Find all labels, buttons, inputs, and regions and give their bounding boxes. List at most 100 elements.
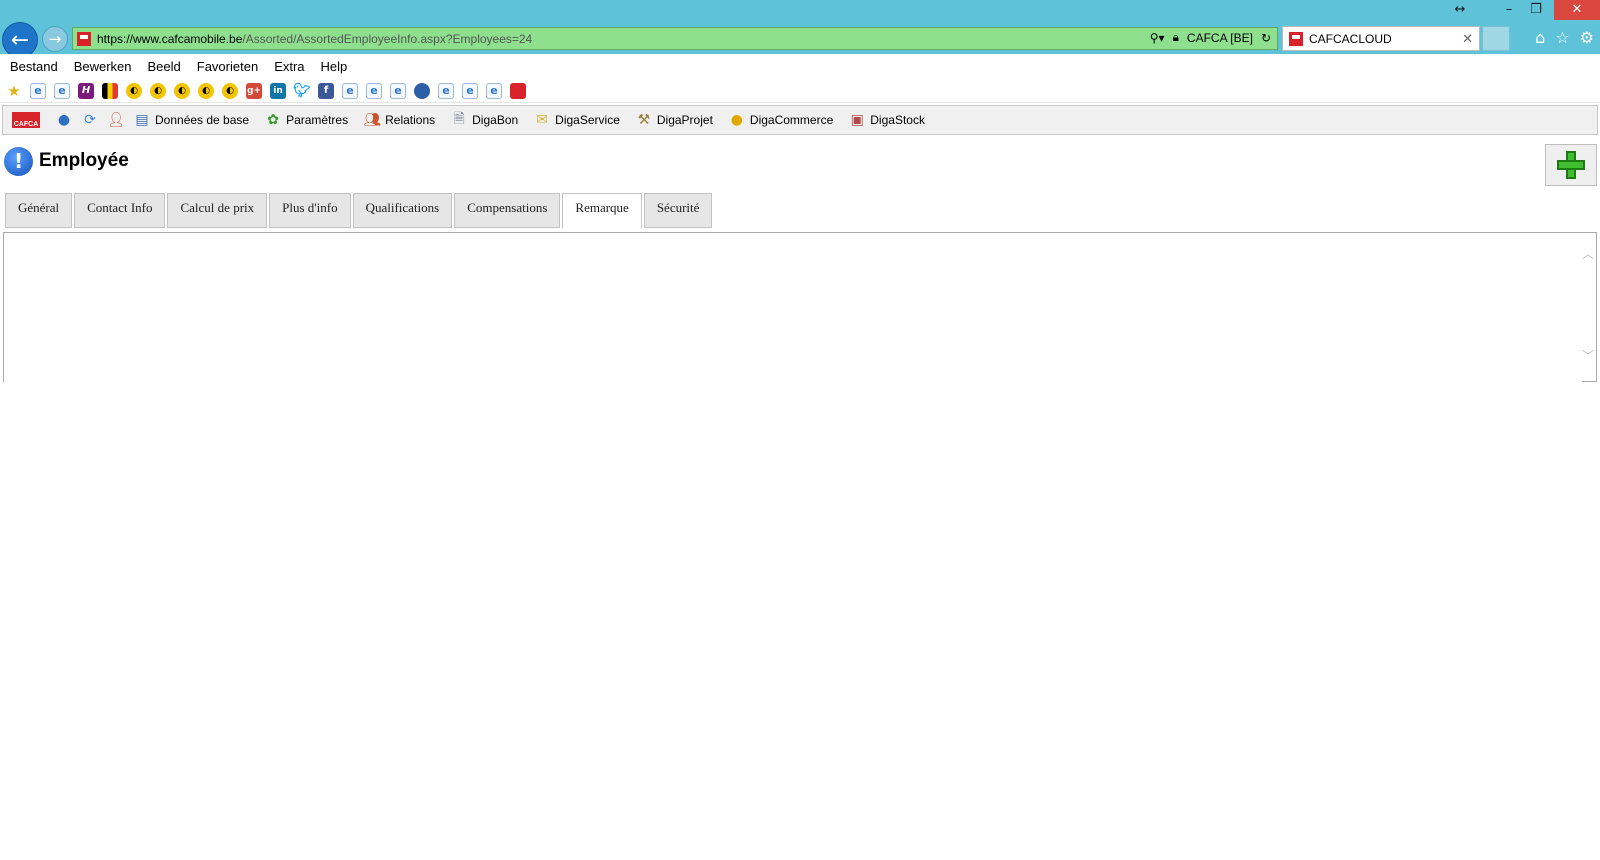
add-favorite-star-icon[interactable]: ★ [6,82,22,100]
menu-favorieten[interactable]: Favorieten [197,59,258,74]
tab-general[interactable]: Général [5,193,73,228]
cafca-logo[interactable]: CAFCA [12,112,40,128]
tab-calcul-de-prix[interactable]: Calcul de prix [167,193,268,228]
facebook-icon[interactable]: f [318,82,334,99]
database-icon: ▤ [135,112,149,128]
back-button[interactable]: ← [2,22,38,58]
refresh-icon[interactable]: ↻ [1261,31,1271,45]
tab-contact-info[interactable]: Contact Info [74,193,166,228]
home-icon[interactable]: ⌂ [1535,28,1545,47]
menu-bestand[interactable]: Bestand [10,59,58,74]
window-title-bar: ↔ – ❐ ✕ [0,0,1600,22]
h-site-icon[interactable]: H [78,82,94,99]
address-bar[interactable]: https://www.cafcamobile.be/Assorted/Asso… [72,27,1278,50]
site-favicon-icon [77,31,91,46]
forward-arrow-icon: → [48,30,62,48]
add-button[interactable] [1545,144,1597,186]
toolbar-parametres[interactable]: ✿ Paramètres [265,112,348,128]
ie-page-icon[interactable]: e [54,82,70,99]
globe-icon[interactable] [414,82,430,99]
toolbar-label: Paramètres [286,113,349,127]
new-tab-button[interactable] [1482,26,1510,51]
relations-icon: 👥︎ [363,112,381,128]
toolbar-label: Données de base [155,113,250,127]
yellow-site-icon[interactable]: ◐ [126,82,142,99]
minimize-button[interactable]: – [1495,0,1523,20]
toolbar-digaservice[interactable]: ✉ DigaService [534,112,620,128]
star-icon[interactable]: ☆ [1555,28,1569,47]
resize-icon[interactable]: ↔ [1446,0,1474,20]
document-icon: 🗎 [453,111,465,127]
textarea-scrollbar[interactable]: ︿ ﹀ [1578,233,1596,381]
globe-mail-icon[interactable]: ● [56,112,72,128]
ie-page-icon[interactable]: e [438,82,454,99]
yellow-site-icon[interactable]: ◐ [222,82,238,99]
address-row: ← → https://www.cafcamobile.be/Assorted/… [0,22,1600,58]
tab-compensations[interactable]: Compensations [454,193,561,228]
menu-extra[interactable]: Extra [274,59,304,74]
plus-icon [1557,151,1585,179]
service-icon: ✉ [536,112,549,128]
project-icon: ⚒ [637,112,651,128]
toolbar-digastock[interactable]: ▣ DigaStock [849,112,925,128]
toolbar-label: Relations [385,113,436,127]
ie-page-icon[interactable]: e [390,82,406,99]
menu-bewerken[interactable]: Bewerken [74,59,132,74]
tab-remarque[interactable]: Remarque [562,193,642,229]
forward-button[interactable]: → [42,26,68,52]
address-tools: ⚲▾ 🔒︎ CAFCA [BE] ↻ [1150,30,1271,45]
tab-plus-d-info[interactable]: Plus d'info [269,193,351,228]
google-plus-icon[interactable]: g+ [246,82,262,99]
ie-page-icon[interactable]: e [342,82,358,99]
yellow-site-icon[interactable]: ◐ [150,82,166,99]
browser-right-icons: ⌂ ☆ ⚙ [1535,28,1594,47]
toolbar-label: DigaBon [472,113,519,127]
twitter-icon[interactable]: 🐦︎ [293,83,311,99]
lock-icon[interactable]: 🔒︎ [1173,30,1179,45]
menu-beeld[interactable]: Beeld [148,59,181,74]
yellow-site-icon[interactable]: ◐ [174,82,190,99]
user-icon[interactable]: 👤︎ [107,112,125,128]
info-icon: ! [4,146,33,176]
ie-page-icon[interactable]: e [366,82,382,99]
ie-page-icon[interactable]: e [30,82,46,99]
close-window-button[interactable]: ✕ [1554,0,1600,20]
settings-icon: ✿ [267,112,279,128]
site-identity[interactable]: CAFCA [BE] [1187,31,1253,45]
url-domain: cafcamobile.be [161,31,243,46]
page-title: Employée [39,150,129,171]
toolbar-label: DigaStock [870,113,925,127]
toolbar-digaprojet[interactable]: ⚒ DigaProjet [636,112,713,128]
restore-button[interactable]: ❐ [1522,0,1550,20]
url-scheme: https://www. [97,31,162,46]
ie-page-icon[interactable]: e [486,82,502,99]
scroll-down-icon[interactable]: ﹀ [1582,347,1594,364]
scroll-up-icon[interactable]: ︿ [1582,245,1594,262]
tab-title: CAFCACLOUD [1309,31,1392,46]
cafca-icon[interactable] [510,82,526,99]
menu-bar: Bestand Bewerken Beeld Favorieten Extra … [0,54,1600,78]
page-header: ! Employée [4,145,129,177]
toolbar-digacommerce[interactable]: ● DigaCommerce [729,112,833,128]
belgium-flag-icon[interactable] [102,82,118,99]
url-path: /Assorted/AssortedEmployeeInfo.aspx?Empl… [242,31,533,46]
toolbar-donnees-de-base[interactable]: ▤ Données de base [134,112,249,128]
yellow-site-icon[interactable]: ◐ [198,82,214,99]
close-icon[interactable]: ✕ [1462,31,1473,47]
gear-icon[interactable]: ⚙ [1580,28,1594,47]
search-icon[interactable]: ⚲▾ [1150,31,1165,45]
browser-tab[interactable]: CAFCACLOUD ✕ [1282,26,1480,51]
ie-page-icon[interactable]: e [462,82,478,99]
toolbar-digabon[interactable]: 🗎 DigaBon [451,111,519,128]
toolbar-label: DigaProjet [656,113,713,127]
sync-icon[interactable]: ⟳ [82,112,98,128]
tab-securite[interactable]: Sécurité [643,193,713,228]
toolbar-label: DigaCommerce [749,113,834,127]
menu-help[interactable]: Help [321,59,348,74]
remark-textarea[interactable] [4,233,1582,385]
stock-icon: ▣ [850,112,864,128]
tab-qualifications[interactable]: Qualifications [352,193,453,228]
toolbar-relations[interactable]: 👥︎ Relations [363,112,436,128]
linkedin-icon[interactable]: in [270,82,286,99]
url-text[interactable]: https://www.cafcamobile.be/Assorted/Asso… [97,32,532,46]
